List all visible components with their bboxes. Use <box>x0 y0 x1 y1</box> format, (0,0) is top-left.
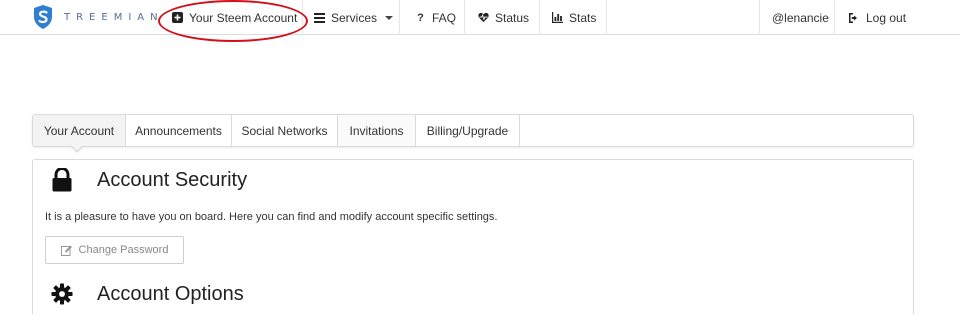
nav-label: Your Steem Account <box>189 10 298 25</box>
username: @lenancie <box>772 10 829 25</box>
security-description: It is a pleasure to have you on board. H… <box>45 211 498 223</box>
nav-label: Services <box>331 10 378 25</box>
button-label: Change Password <box>78 244 169 256</box>
list-icon <box>314 12 325 23</box>
tab-label: Your Account <box>43 123 115 138</box>
nav-divider <box>464 0 465 35</box>
tab-label: Billing/Upgrade <box>426 123 509 138</box>
bar-chart-icon <box>552 12 563 23</box>
change-password-button[interactable]: Change Password <box>45 236 184 264</box>
nav-divider <box>759 0 760 35</box>
tab-label: Social Networks <box>241 123 328 138</box>
tab-billing-upgrade[interactable]: Billing/Upgrade <box>416 115 520 146</box>
account-tabs: Your Account Announcements Social Networ… <box>32 114 914 147</box>
tab-invitations[interactable]: Invitations <box>338 115 416 146</box>
logout-label: Log out <box>866 10 907 25</box>
active-tab-pointer <box>70 145 84 153</box>
heartbeat-icon <box>478 12 489 23</box>
lock-icon <box>52 168 72 192</box>
brand-name: TREEMIAN <box>64 11 164 23</box>
chevron-down-icon <box>385 15 394 20</box>
nav-divider <box>399 0 400 35</box>
account-options-header: Account Options <box>51 282 244 306</box>
top-navbar: TREEMIAN Your Steem Account Services ? F… <box>0 0 960 35</box>
nav-label: Stats <box>569 10 597 25</box>
user-menu[interactable]: @lenancie <box>772 0 829 35</box>
brand[interactable]: TREEMIAN <box>32 3 164 31</box>
account-security-header: Account Security <box>51 168 247 192</box>
tab-label: Invitations <box>349 123 404 138</box>
gear-icon <box>51 283 73 305</box>
nav-divider <box>539 0 540 35</box>
section-title: Account Security <box>97 168 248 191</box>
tab-your-account[interactable]: Your Account <box>33 115 126 146</box>
logout-link[interactable]: Log out <box>849 0 906 35</box>
nav-stats[interactable]: Stats <box>552 0 596 35</box>
tab-announcements[interactable]: Announcements <box>126 115 232 146</box>
nav-status[interactable]: Status <box>478 0 529 35</box>
nav-divider <box>302 0 303 35</box>
shield-s-logo-icon <box>34 5 52 29</box>
nav-your-steem-account[interactable]: Your Steem Account <box>172 0 297 35</box>
logout-icon <box>849 12 860 23</box>
nav-divider <box>606 0 607 35</box>
plus-square-icon <box>172 12 183 23</box>
tab-label: Announcements <box>135 123 222 138</box>
account-panel: Account Security It is a pleasure to hav… <box>32 159 914 314</box>
question-icon: ? <box>417 11 424 24</box>
tab-social-networks[interactable]: Social Networks <box>232 115 338 146</box>
section-title: Account Options <box>97 282 244 305</box>
nav-divider <box>834 0 835 35</box>
nav-faq[interactable]: ? FAQ <box>415 0 456 35</box>
nav-services-dropdown[interactable]: Services <box>314 0 394 35</box>
edit-icon <box>60 245 72 256</box>
nav-label: Status <box>495 10 530 25</box>
nav-label: FAQ <box>432 10 457 25</box>
